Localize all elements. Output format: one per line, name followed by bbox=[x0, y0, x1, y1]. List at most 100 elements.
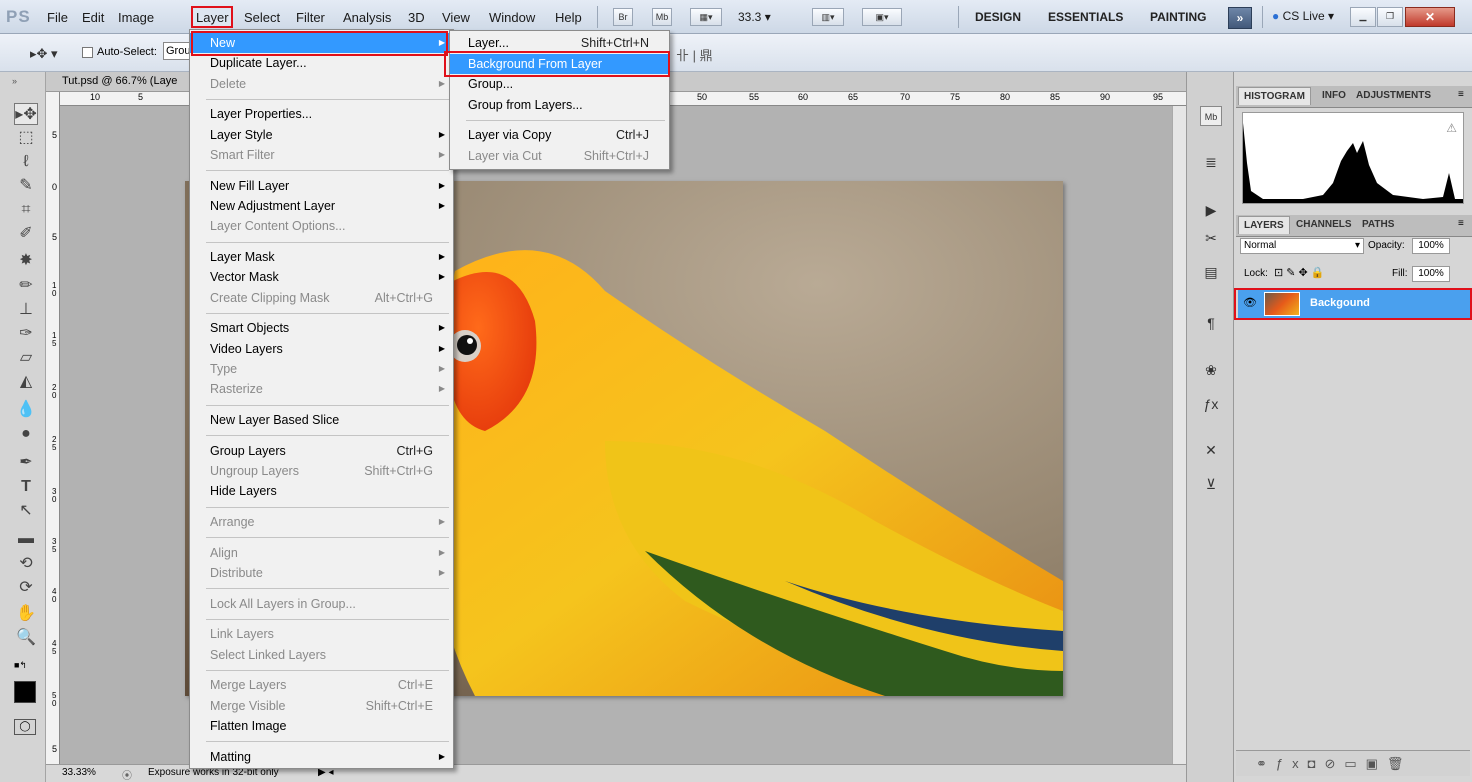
menu-item-group-from-layers[interactable]: Group from Layers... bbox=[450, 95, 669, 115]
move-tool-icon[interactable]: ▸✥ bbox=[14, 103, 38, 125]
menu-item-new-fill-layer[interactable]: New Fill Layer ▶ bbox=[190, 176, 453, 196]
menu-item-group[interactable]: Group... bbox=[450, 74, 669, 94]
workspace-design[interactable]: DESIGN bbox=[975, 10, 1021, 24]
menu-image[interactable]: Image bbox=[118, 10, 154, 25]
menu-item-layer-content-options[interactable]: Layer Content Options... bbox=[190, 216, 453, 236]
distribute-icon[interactable]: 卝 | 鼎 bbox=[676, 45, 713, 64]
eyedropper-tool-icon[interactable]: ✐ bbox=[14, 223, 38, 245]
menu-item-layer-properties[interactable]: Layer Properties... bbox=[190, 104, 453, 124]
tab-adjustments[interactable]: ADJUSTMENTS bbox=[1356, 90, 1431, 101]
menu-item-vector-mask[interactable]: Vector Mask ▶ bbox=[190, 267, 453, 287]
lasso-tool-icon[interactable]: ℓ bbox=[14, 151, 38, 173]
menu-item-layer-via-cut[interactable]: Layer via Cut Shift+Ctrl+J bbox=[450, 146, 669, 166]
menu-item-duplicate-layer[interactable]: Duplicate Layer... bbox=[190, 53, 453, 73]
tab-histogram[interactable]: HISTOGRAM bbox=[1238, 87, 1311, 105]
brushes-icon[interactable]: ✕ bbox=[1200, 440, 1222, 460]
quick-selection-tool-icon[interactable]: ✎ bbox=[14, 175, 38, 197]
menu-item-new-adjustment-layer[interactable]: New Adjustment Layer ▶ bbox=[190, 196, 453, 216]
workspace-essentials[interactable]: ESSENTIALS bbox=[1048, 10, 1123, 24]
layers-panel-footer-icons[interactable]: ⚭ƒx◘⊘▭▣🗑 bbox=[1236, 750, 1470, 776]
tool-presets-icon[interactable]: ✂ bbox=[1200, 228, 1222, 248]
path-selection-tool-icon[interactable]: ↖ bbox=[14, 500, 38, 522]
menu-item-create-clipping-mask[interactable]: Create Clipping Mask Alt+Ctrl+G bbox=[190, 288, 453, 308]
opacity-field[interactable]: 100% bbox=[1412, 238, 1450, 254]
menu-analysis[interactable]: Analysis bbox=[343, 10, 391, 25]
vertical-scrollbar[interactable] bbox=[1172, 106, 1186, 764]
menu-item-layer-style[interactable]: Layer Style ▶ bbox=[190, 125, 453, 145]
menu-item-matting[interactable]: Matting ▶ bbox=[190, 747, 453, 767]
paragraph-icon[interactable]: ¶ bbox=[1200, 313, 1222, 333]
foreground-color-swatch[interactable] bbox=[14, 681, 36, 703]
zoom-tool-icon[interactable]: 🔍 bbox=[14, 627, 38, 649]
cs-live-menu[interactable]: ● CS Live ▾ bbox=[1272, 9, 1334, 23]
history-icon[interactable]: ≣ bbox=[1200, 152, 1222, 172]
menu-help[interactable]: Help bbox=[555, 10, 582, 25]
tab-paths[interactable]: PATHS bbox=[1362, 219, 1394, 230]
fx-icon[interactable]: ƒx bbox=[1200, 394, 1222, 414]
menu-layer[interactable]: Layer bbox=[196, 10, 229, 25]
arrange-documents-button[interactable]: ▥▾ bbox=[812, 8, 844, 26]
minimize-button[interactable]: ▁ bbox=[1350, 7, 1376, 27]
menu-window[interactable]: Window bbox=[489, 10, 535, 25]
brush-tool-icon[interactable]: ✏ bbox=[14, 275, 38, 297]
tab-channels[interactable]: CHANNELS bbox=[1296, 219, 1352, 230]
hand-tool-icon[interactable]: ✋ bbox=[14, 603, 38, 625]
fill-field[interactable]: 100% bbox=[1412, 266, 1450, 282]
crop-tool-icon[interactable]: ⌗ bbox=[14, 199, 38, 221]
move-tool-preset-icon[interactable]: ▸✥ ▾ bbox=[30, 46, 58, 62]
menu-item-layer-via-copy[interactable]: Layer via Copy Ctrl+J bbox=[450, 125, 669, 145]
menu-item-rasterize[interactable]: Rasterize ▶ bbox=[190, 379, 453, 399]
more-workspaces-button[interactable]: » bbox=[1228, 7, 1252, 29]
menu-item-smart-objects[interactable]: Smart Objects ▶ bbox=[190, 318, 453, 338]
menu-item-merge-layers[interactable]: Merge Layers Ctrl+E bbox=[190, 675, 453, 695]
layer-comps-icon[interactable]: ▤ bbox=[1200, 262, 1222, 282]
menu-filter[interactable]: Filter bbox=[296, 10, 325, 25]
menu-view[interactable]: View bbox=[442, 10, 470, 25]
layers-panel-menu-icon[interactable]: ≡ bbox=[1458, 218, 1464, 229]
view-extras-button[interactable]: ▦▾ bbox=[690, 8, 722, 26]
dodge-tool-icon[interactable]: ● bbox=[14, 423, 38, 445]
menu-item-link-layers[interactable]: Link Layers bbox=[190, 624, 453, 644]
menu-item-hide-layers[interactable]: Hide Layers bbox=[190, 481, 453, 501]
swap-colors-icon[interactable]: ■↰ bbox=[14, 660, 27, 671]
3d-orbit-tool-icon[interactable]: ⟳ bbox=[14, 577, 38, 599]
menu-edit[interactable]: Edit bbox=[82, 10, 104, 25]
type-tool-icon[interactable]: T bbox=[14, 476, 38, 498]
menu-item-arrange[interactable]: Arrange ▶ bbox=[190, 512, 453, 532]
healing-brush-tool-icon[interactable]: ✸ bbox=[14, 250, 38, 272]
close-window-button[interactable]: ✕ bbox=[1405, 7, 1455, 27]
menu-item-distribute[interactable]: Distribute ▶ bbox=[190, 563, 453, 583]
restore-button[interactable]: ❐ bbox=[1377, 7, 1403, 27]
quick-mask-icon[interactable]: ◯ bbox=[14, 719, 36, 735]
tab-info[interactable]: INFO bbox=[1322, 90, 1346, 101]
status-icon[interactable]: ⦿ bbox=[122, 767, 132, 782]
histogram-warning-icon[interactable]: ⚠ bbox=[1446, 121, 1457, 135]
tab-layers[interactable]: LAYERS bbox=[1238, 216, 1290, 234]
eraser-tool-icon[interactable]: ▱ bbox=[14, 347, 38, 369]
shape-tool-icon[interactable]: ▬ bbox=[14, 528, 38, 550]
mini-bridge-icon[interactable]: Mb bbox=[1200, 106, 1222, 126]
lock-icons[interactable]: ⊡ ✎ ✥ 🔒 bbox=[1274, 266, 1325, 279]
menu-file[interactable]: File bbox=[47, 10, 68, 25]
history-brush-tool-icon[interactable]: ✑ bbox=[14, 323, 38, 345]
zoom-status[interactable]: 33.33% bbox=[62, 767, 96, 778]
menu-item-group-layers[interactable]: Group Layers Ctrl+G bbox=[190, 441, 453, 461]
menu-item-video-layers[interactable]: Video Layers ▶ bbox=[190, 339, 453, 359]
blend-mode-dropdown[interactable]: Normal ▾ bbox=[1240, 238, 1364, 254]
actions-icon[interactable]: ▶ bbox=[1200, 200, 1222, 220]
marquee-tool-icon[interactable]: ⬚ bbox=[14, 127, 38, 149]
menu-item-type[interactable]: Type ▶ bbox=[190, 359, 453, 379]
menu-item-layer-mask[interactable]: Layer Mask ▶ bbox=[190, 247, 453, 267]
menu-item-flatten-image[interactable]: Flatten Image bbox=[190, 716, 453, 736]
screen-mode-button[interactable]: ▣▾ bbox=[862, 8, 902, 26]
workspace-painting[interactable]: PAINTING bbox=[1150, 10, 1206, 24]
menu-item-delete[interactable]: Delete ▶ bbox=[190, 74, 453, 94]
menu-item-new-layer-based-slice[interactable]: New Layer Based Slice bbox=[190, 410, 453, 430]
menu-select[interactable]: Select bbox=[244, 10, 280, 25]
blur-tool-icon[interactable]: 💧 bbox=[14, 399, 38, 421]
menu-item-merge-visible[interactable]: Merge Visible Shift+Ctrl+E bbox=[190, 696, 453, 716]
menu-item-lock-all-layers-in-group[interactable]: Lock All Layers in Group... bbox=[190, 594, 453, 614]
collapse-tools-icon[interactable]: » bbox=[12, 76, 17, 86]
menu-3d[interactable]: 3D bbox=[408, 10, 425, 25]
bridge-button[interactable]: Br bbox=[613, 8, 633, 26]
